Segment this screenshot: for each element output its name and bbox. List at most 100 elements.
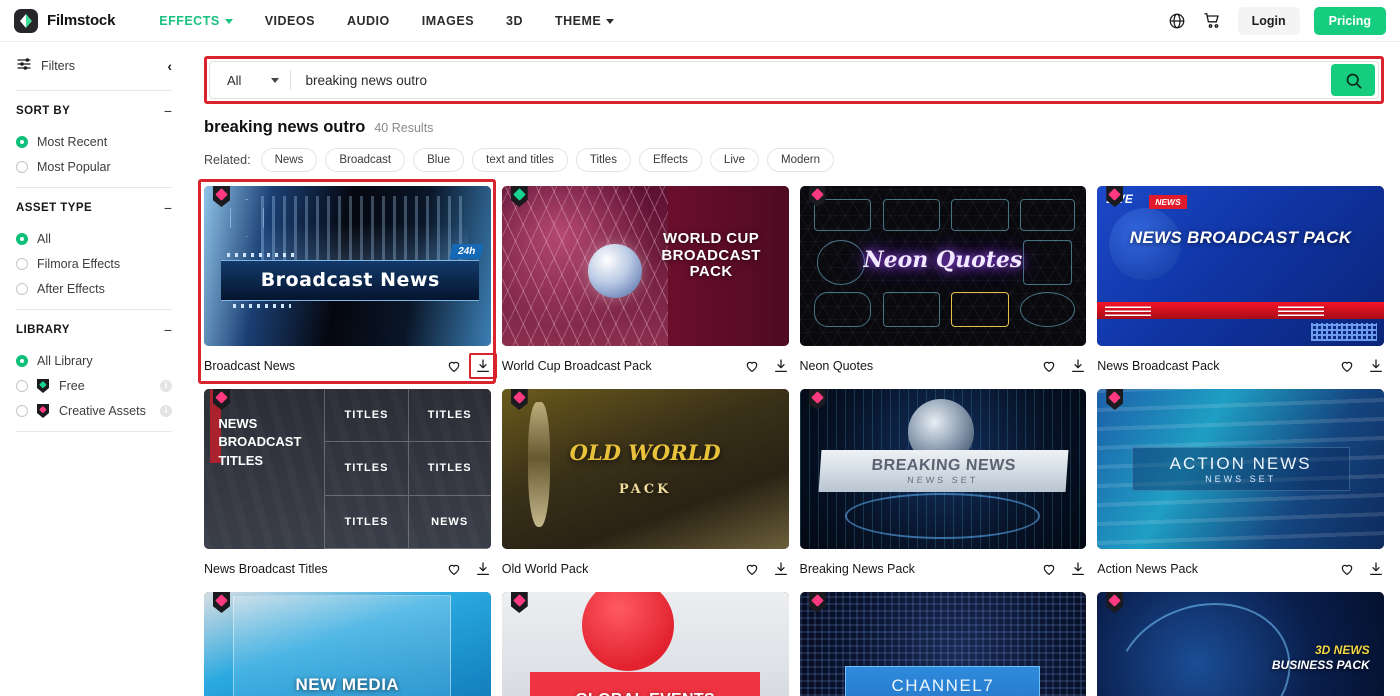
- asset-card-news-broadcast-titles[interactable]: TITLES TITLES TITLES TITLES TITLES NEWS …: [204, 389, 491, 581]
- nav-item-videos[interactable]: VIDEOS: [249, 14, 331, 28]
- library-option-all[interactable]: All Library: [16, 348, 172, 373]
- asset-card-new-media-news-set[interactable]: NEW MEDIA NEWS SET New Media News Set: [204, 592, 491, 696]
- facet-sort-by: SORT BY − Most Recent Most Popular: [16, 91, 172, 187]
- download-icon[interactable]: [1368, 561, 1384, 577]
- nav-item-audio[interactable]: AUDIO: [331, 14, 406, 28]
- facet-library: LIBRARY − All Library Free i Creative As…: [16, 310, 172, 431]
- asset-card-news-broadcast-pack[interactable]: LIVE NEWS NEWS BROADCAST PACK News Broad…: [1097, 186, 1384, 378]
- download-icon[interactable]: [475, 561, 491, 577]
- artwork-sub-text: NEWS SET: [906, 474, 979, 485]
- heart-icon[interactable]: [744, 561, 760, 577]
- asset-card-broadcast-news[interactable]: 24h Broadcast News Broadcast News: [198, 179, 497, 384]
- download-icon[interactable]: [773, 561, 789, 577]
- artwork-cell-text: TITLES: [407, 442, 491, 496]
- asset-thumbnail[interactable]: TITLES TITLES TITLES TITLES TITLES NEWS …: [204, 389, 491, 549]
- login-button[interactable]: Login: [1237, 6, 1300, 35]
- pricing-button[interactable]: Pricing: [1313, 6, 1386, 35]
- nav-item-effects[interactable]: EFFECTS: [143, 14, 248, 28]
- chevron-down-icon: [606, 18, 615, 24]
- asset-card-channel-7-news-set[interactable]: CHANNEL7 NEWS SET Channel 7 News Set: [799, 592, 1087, 696]
- facet-header-library: LIBRARY −: [16, 323, 172, 337]
- asset-card-action-news-pack[interactable]: ACTION NEWS NEWS SET Action News Pack: [1097, 389, 1384, 581]
- sort-option-most-recent[interactable]: Most Recent: [16, 129, 172, 154]
- asset-thumbnail[interactable]: WORLD CUP BROADCAST PACK: [501, 186, 789, 346]
- related-tag-text-and-titles[interactable]: text and titles: [472, 148, 568, 172]
- card-footer: World Cup Broadcast Pack: [502, 346, 789, 378]
- chevron-left-icon[interactable]: ‹: [167, 59, 172, 73]
- sort-option-most-popular[interactable]: Most Popular: [16, 154, 172, 179]
- search-scope-dropdown[interactable]: All: [210, 62, 290, 98]
- download-icon[interactable]: [468, 353, 497, 379]
- related-tag-live[interactable]: Live: [709, 148, 760, 172]
- card-footer: Old World Pack: [502, 549, 789, 581]
- download-icon[interactable]: [1368, 358, 1384, 374]
- cart-icon[interactable]: [1202, 10, 1224, 32]
- asset-card-breaking-news-pack[interactable]: BREAKING NEWS NEWS SET Breaking News Pac…: [799, 389, 1087, 581]
- facet-title-asset-type: ASSET TYPE: [16, 202, 93, 214]
- asset-thumbnail[interactable]: 24h Broadcast News: [204, 186, 491, 346]
- thumbnail-artwork: CHANNEL7 NEWS SET: [799, 592, 1087, 696]
- search-submit-button[interactable]: [1331, 64, 1375, 96]
- library-option-creative-assets[interactable]: Creative Assets i: [16, 398, 172, 423]
- nav-label-3d: 3D: [506, 13, 524, 28]
- download-icon[interactable]: [773, 358, 789, 374]
- related-label: Related:: [204, 153, 251, 167]
- nav-label-images: IMAGES: [421, 13, 475, 28]
- asset-option-all[interactable]: All: [16, 226, 172, 251]
- library-option-free[interactable]: Free i: [16, 373, 172, 398]
- related-tag-blue[interactable]: Blue: [413, 148, 465, 172]
- asset-card-global-events-news-set[interactable]: GLOBAL EVENTS NEWS SET Global Events New…: [501, 592, 789, 696]
- asset-option-filmora-effects[interactable]: Filmora Effects: [16, 251, 172, 276]
- facet-collapse-asset-type[interactable]: −: [164, 201, 172, 215]
- nav-item-images[interactable]: IMAGES: [406, 14, 490, 28]
- artwork-main-text: NEW MEDIA: [295, 675, 400, 695]
- related-tag-broadcast[interactable]: Broadcast: [325, 148, 406, 172]
- thumbnail-artwork: 24h Broadcast News: [204, 186, 491, 346]
- related-tag-news[interactable]: News: [260, 148, 318, 172]
- heart-icon[interactable]: [446, 561, 462, 577]
- info-icon[interactable]: i: [160, 379, 172, 392]
- asset-card-3d-news-business-pack[interactable]: 3D NEWS BUSINESS PACK 3D News Business P…: [1097, 592, 1384, 696]
- asset-card-neon-quotes[interactable]: Neon Quotes Neon Quotes: [799, 186, 1087, 378]
- card-footer: Broadcast News: [204, 346, 497, 379]
- asset-thumbnail[interactable]: Neon Quotes: [799, 186, 1087, 346]
- asset-thumbnail[interactable]: ACTION NEWS NEWS SET: [1097, 389, 1384, 549]
- asset-option-after-effects[interactable]: After Effects: [16, 276, 172, 301]
- heart-icon[interactable]: [1041, 358, 1057, 374]
- search-scope-label: All: [227, 72, 242, 88]
- globe-icon[interactable]: [1166, 10, 1188, 32]
- nav-item-3d[interactable]: 3D: [490, 14, 539, 28]
- asset-thumbnail[interactable]: OLD WORLD PACK: [501, 389, 789, 549]
- heart-icon[interactable]: [744, 358, 760, 374]
- download-icon[interactable]: [1070, 358, 1086, 374]
- artwork-main-text: BREAKING NEWS: [870, 456, 1016, 474]
- heart-icon[interactable]: [446, 358, 462, 374]
- heart-icon[interactable]: [1041, 561, 1057, 577]
- thumbnail-artwork: ACTION NEWS NEWS SET: [1097, 389, 1384, 549]
- search-input[interactable]: [291, 62, 1331, 98]
- asset-thumbnail[interactable]: CHANNEL7 NEWS SET: [799, 592, 1087, 696]
- card-actions: [446, 353, 497, 379]
- sort-label-most-popular: Most Popular: [37, 159, 111, 174]
- asset-thumbnail[interactable]: GLOBAL EVENTS NEWS SET: [501, 592, 789, 696]
- asset-thumbnail[interactable]: NEW MEDIA NEWS SET: [204, 592, 491, 696]
- artwork-main-text: NEWS BROADCAST PACK: [1129, 227, 1352, 247]
- card-actions: [446, 561, 491, 577]
- artwork-main-text: Neon Quotes: [863, 246, 1023, 273]
- asset-card-world-cup-broadcast-pack[interactable]: WORLD CUP BROADCAST PACK World Cup Broad…: [501, 186, 789, 378]
- asset-card-old-world-pack[interactable]: OLD WORLD PACK Old World Pack: [501, 389, 789, 581]
- facet-collapse-sort-by[interactable]: −: [164, 104, 172, 118]
- facet-collapse-library[interactable]: −: [164, 323, 172, 337]
- asset-thumbnail[interactable]: 3D NEWS BUSINESS PACK: [1097, 592, 1384, 696]
- download-icon[interactable]: [1070, 561, 1086, 577]
- asset-thumbnail[interactable]: LIVE NEWS NEWS BROADCAST PACK: [1097, 186, 1384, 346]
- info-icon[interactable]: i: [160, 404, 172, 417]
- heart-icon[interactable]: [1339, 561, 1355, 577]
- asset-thumbnail[interactable]: BREAKING NEWS NEWS SET: [799, 389, 1087, 549]
- brand-logo[interactable]: Filmstock: [14, 8, 115, 33]
- related-tag-titles[interactable]: Titles: [575, 148, 631, 172]
- heart-icon[interactable]: [1339, 358, 1355, 374]
- related-tag-effects[interactable]: Effects: [638, 148, 702, 172]
- nav-item-theme[interactable]: THEME: [539, 14, 630, 28]
- related-tag-modern[interactable]: Modern: [767, 148, 835, 172]
